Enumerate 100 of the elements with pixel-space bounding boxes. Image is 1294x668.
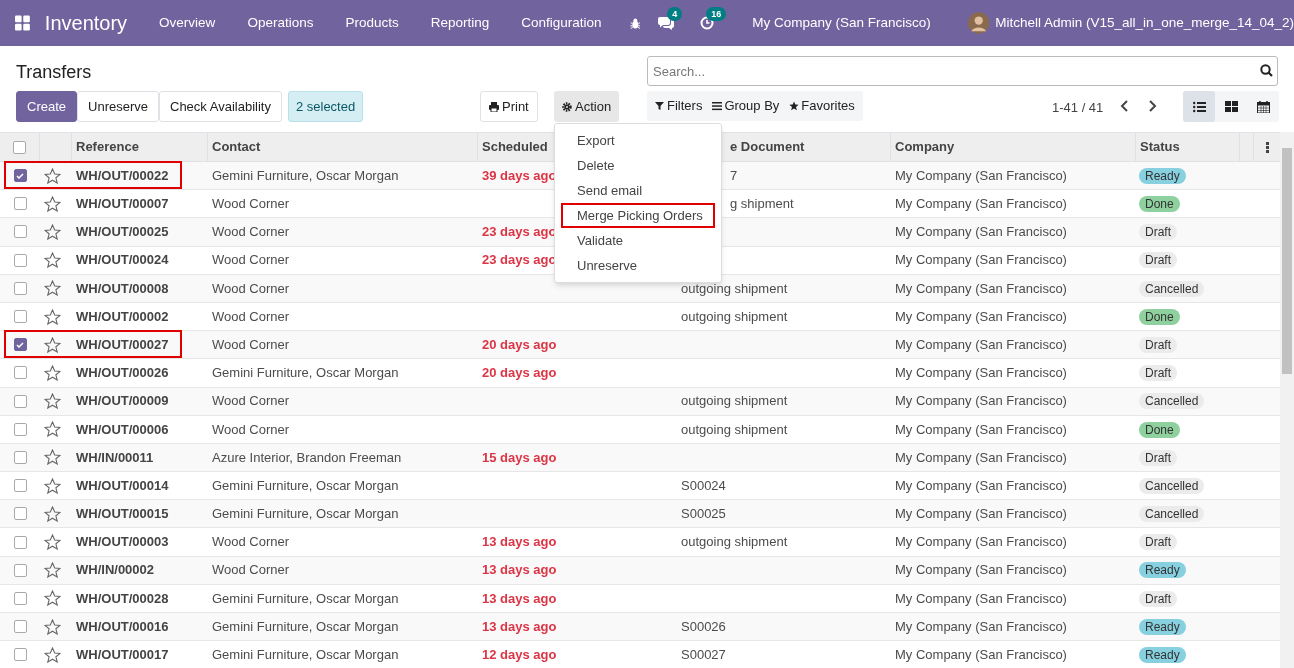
bug-icon[interactable] [629,16,641,30]
menu-item[interactable]: Delete [561,153,715,178]
menu-item[interactable]: Export [561,128,715,153]
search-option-button[interactable]: Favorites [784,96,860,116]
star-icon[interactable] [44,449,61,466]
star-icon[interactable] [44,195,61,212]
menu-item[interactable]: Overview [143,12,232,34]
checkbox[interactable] [13,422,27,436]
checkbox[interactable] [13,310,27,324]
create-button[interactable]: Create [16,91,78,122]
menu-item[interactable]: Reporting [414,12,506,34]
status-badge: Ready [1139,647,1186,664]
checkbox[interactable] [13,197,27,211]
print-button[interactable]: Print [480,91,538,122]
checkbox[interactable] [13,479,27,493]
star-icon[interactable] [44,477,61,494]
company-switcher[interactable]: My Company (San Francisco) [752,12,931,34]
checkbox[interactable] [13,338,27,352]
chat-icon[interactable] [658,16,675,30]
table-cell: Azure Interior, Brandon Freeman [212,449,402,465]
menu-item[interactable]: Unreserve [561,253,715,278]
clock-icon[interactable] [700,16,715,30]
checkbox[interactable] [13,620,27,634]
next-icon[interactable] [1148,100,1157,112]
checkbox[interactable] [13,535,27,549]
status-badge: Draft [1139,449,1177,466]
column-header[interactable]: Status [1140,137,1180,157]
checkbox[interactable] [13,450,27,464]
checkbox[interactable] [13,281,27,295]
app-title[interactable]: Inventory [44,8,128,38]
column-header[interactable]: e Document [730,137,805,157]
checkbox[interactable] [13,563,27,577]
table-cell: S00027 [681,647,726,663]
menu-item[interactable]: Send email [561,178,715,203]
star-icon[interactable] [44,618,61,635]
star-icon[interactable] [44,590,61,607]
table-cell: My Company (San Francisco) [895,618,1067,634]
star-icon[interactable] [44,421,61,438]
star-icon[interactable] [44,252,61,269]
search-icon[interactable] [1260,64,1273,77]
star-icon[interactable] [44,280,61,297]
checkbox[interactable] [13,394,27,408]
column-header[interactable]: Reference [76,137,139,157]
status-badge: Draft [1139,590,1177,607]
star-icon[interactable] [44,534,61,551]
star-icon[interactable] [44,505,61,522]
star-icon[interactable] [44,393,61,410]
check-availability-button[interactable]: Check Availability [159,91,282,122]
pager-value: 1-41 / 41 [1052,99,1104,117]
avatar-icon[interactable] [967,10,990,36]
checkbox[interactable] [13,507,27,521]
action-menu-button[interactable]: Action [554,91,620,122]
previous-icon[interactable] [1120,100,1129,112]
table-cell: Wood Corner [212,534,290,550]
table-cell: outgoing shipment [681,308,788,324]
search-option-button[interactable]: Filters [650,96,708,116]
unreserve-button[interactable]: Unreserve [77,91,159,122]
checkbox[interactable] [13,648,27,662]
checkbox[interactable] [13,225,27,239]
table-cell: Wood Corner [212,196,290,212]
menu-item[interactable]: Products [329,12,415,34]
table-cell: Gemini Furniture, Oscar Morgan [212,506,399,522]
star-icon[interactable] [44,562,61,579]
search-field[interactable]: Search... [647,56,1278,86]
checkbox[interactable] [13,591,27,605]
table-cell: My Company (San Francisco) [895,280,1067,296]
star-icon[interactable] [44,223,61,240]
table-cell: Wood Corner [212,224,290,240]
star-icon[interactable] [44,308,61,325]
checkbox[interactable] [13,140,26,154]
user-menu[interactable]: Mitchell Admin (V15_all_in_one_merge_14_04_2) [995,12,1294,34]
menu-item[interactable]: Configuration [505,12,618,34]
status-badge: Cancelled [1139,280,1205,297]
star-icon[interactable] [44,167,61,184]
menu-item[interactable]: Validate [561,228,715,253]
menu-item[interactable]: Operations [231,12,330,34]
checkbox[interactable] [13,366,27,380]
column-header[interactable]: Contact [212,137,261,157]
table-cell: 13 days ago [482,534,557,550]
status-badge: Done [1139,421,1180,438]
column-header[interactable]: Company [895,137,955,157]
column-header[interactable]: Scheduled [482,137,548,157]
view-switch-button[interactable] [1183,91,1215,122]
scrollbar[interactable] [1280,132,1294,668]
options-icon[interactable] [1265,141,1269,153]
star-icon[interactable] [44,336,61,353]
search-option-button[interactable]: Group By [707,96,785,116]
star-icon[interactable] [44,646,61,663]
table-cell: Wood Corner [212,562,290,578]
checkbox[interactable] [13,169,27,183]
table-cell: 13 days ago [482,590,557,606]
star-icon[interactable] [44,364,61,381]
status-badge: Draft [1139,365,1177,382]
selection-badge[interactable]: 2 selected [287,91,364,122]
table-cell: My Company (San Francisco) [895,562,1067,578]
table-cell: My Company (San Francisco) [895,647,1067,663]
checkbox[interactable] [13,253,27,267]
table-cell: Gemini Furniture, Oscar Morgan [212,618,399,634]
menu-item[interactable]: Merge Picking Orders [561,203,715,228]
apps-menu-icon[interactable] [15,14,30,32]
